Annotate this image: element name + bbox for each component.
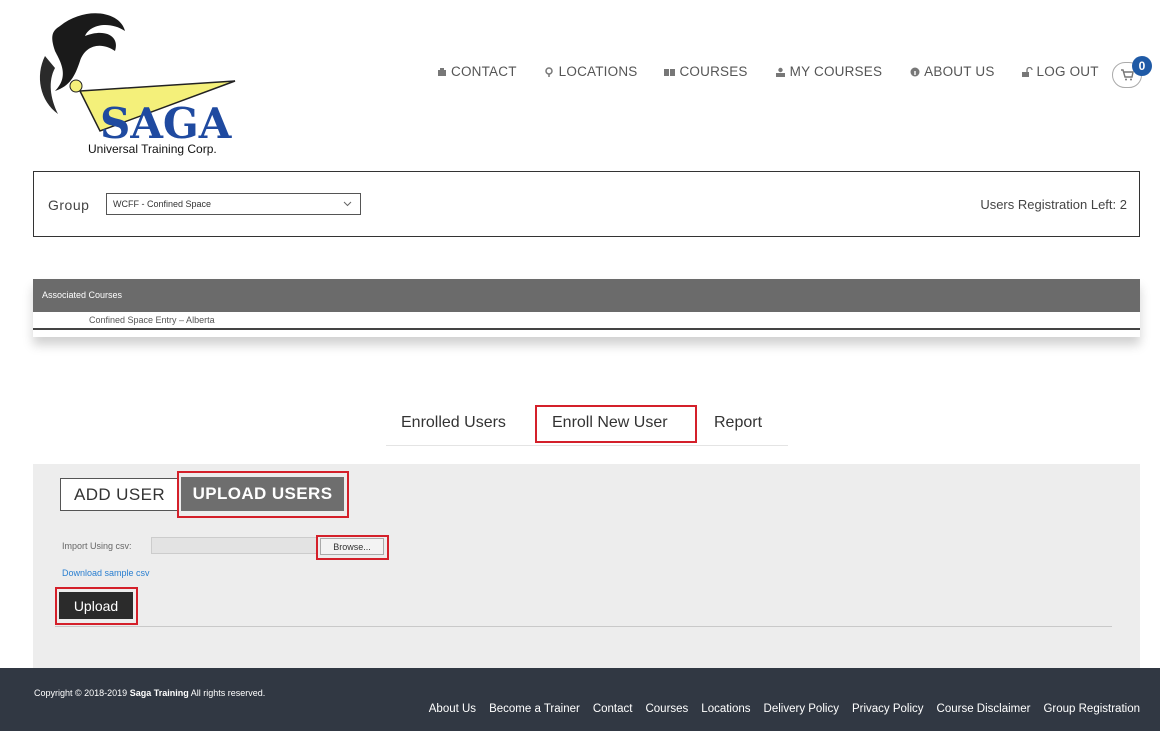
upload-users-button[interactable]: UPLOAD USERS <box>181 477 344 511</box>
logo-brand-text: SAGA <box>100 99 233 148</box>
book-icon <box>664 66 676 77</box>
nav-log-out[interactable]: LOG OUT <box>1021 64 1099 79</box>
footer-link-delivery-policy[interactable]: Delivery Policy <box>764 703 839 715</box>
footer-link-about-us[interactable]: About Us <box>429 703 476 715</box>
user-group-icon <box>775 66 786 77</box>
site-header: SAGA Universal Training Corp. CONTACT LO… <box>0 0 1160 170</box>
group-select-value: WCFF - Confined Space <box>113 199 212 209</box>
associated-courses-header: Associated Courses <box>33 279 1140 312</box>
associated-courses-table: Associated Courses Confined Space Entry … <box>33 279 1140 337</box>
site-footer: Copyright © 2018-2019 Saga Training All … <box>0 668 1160 731</box>
footer-link-group-registration[interactable]: Group Registration <box>1043 703 1140 715</box>
enroll-panel: ADD USER UPLOAD USERS Import Using csv: … <box>33 464 1140 668</box>
info-icon <box>909 66 920 77</box>
nav-my-courses[interactable]: MY COURSES <box>775 64 883 79</box>
csv-file-input[interactable] <box>151 537 317 554</box>
nav-courses[interactable]: COURSES <box>664 64 747 79</box>
copyright-brand: Saga Training <box>129 688 189 698</box>
nav-locations-label: LOCATIONS <box>558 64 638 79</box>
footer-link-courses[interactable]: Courses <box>645 703 688 715</box>
lock-icon <box>1021 66 1033 77</box>
copyright-prefix: Copyright © 2018-2019 <box>34 688 130 698</box>
group-selector-box: Group WCFF - Confined Space Users Regist… <box>33 171 1140 237</box>
group-select[interactable]: WCFF - Confined Space <box>106 193 361 215</box>
footer-link-locations[interactable]: Locations <box>701 703 750 715</box>
tab-enroll-new-user[interactable]: Enroll New User <box>552 414 668 432</box>
copyright-suffix: All rights reserved. <box>188 688 266 698</box>
tab-report[interactable]: Report <box>714 414 762 432</box>
footer-link-privacy-policy[interactable]: Privacy Policy <box>852 703 924 715</box>
main-nav: CONTACT LOCATIONS COURSES MY COURSES ABO… <box>436 64 1126 79</box>
footer-links: About Us Become a Trainer Contact Course… <box>416 703 1140 715</box>
footer-link-course-disclaimer[interactable]: Course Disclaimer <box>937 703 1031 715</box>
dragon-logo-icon: SAGA <box>39 13 236 148</box>
nav-log-out-label: LOG OUT <box>1036 64 1099 79</box>
nav-contact[interactable]: CONTACT <box>436 64 517 79</box>
tab-enrolled-users[interactable]: Enrolled Users <box>401 414 506 432</box>
download-sample-csv-link[interactable]: Download sample csv <box>62 568 150 578</box>
nav-courses-label: COURSES <box>679 64 748 79</box>
nav-about-us-label: ABOUT US <box>924 64 995 79</box>
nav-contact-label: CONTACT <box>451 64 517 79</box>
upload-button[interactable]: Upload <box>59 592 133 619</box>
location-pin-icon <box>544 66 555 77</box>
registration-left-text: Users Registration Left: 2 <box>980 197 1127 212</box>
saga-logo[interactable]: SAGA <box>30 6 245 156</box>
user-tabs: Enrolled Users Enroll New User Report <box>386 405 788 446</box>
contact-icon <box>436 66 447 77</box>
table-row: Confined Space Entry – Alberta <box>33 312 1140 330</box>
nav-my-courses-label: MY COURSES <box>789 64 883 79</box>
nav-locations[interactable]: LOCATIONS <box>544 64 638 79</box>
logo-caption: Universal Training Corp. <box>88 142 217 156</box>
nav-about-us[interactable]: ABOUT US <box>909 64 994 79</box>
cart-count-badge: 0 <box>1132 56 1152 76</box>
cart-icon <box>1121 69 1134 81</box>
divider <box>55 626 1112 627</box>
chevron-down-icon <box>343 199 352 210</box>
add-user-button[interactable]: ADD USER <box>60 478 179 511</box>
copyright-text: Copyright © 2018-2019 Saga Training All … <box>34 688 265 698</box>
group-label: Group <box>48 197 90 213</box>
import-csv-label: Import Using csv: <box>62 541 132 551</box>
footer-link-become-trainer[interactable]: Become a Trainer <box>489 703 580 715</box>
footer-link-contact[interactable]: Contact <box>593 703 633 715</box>
browse-button[interactable]: Browse... <box>320 538 384 555</box>
